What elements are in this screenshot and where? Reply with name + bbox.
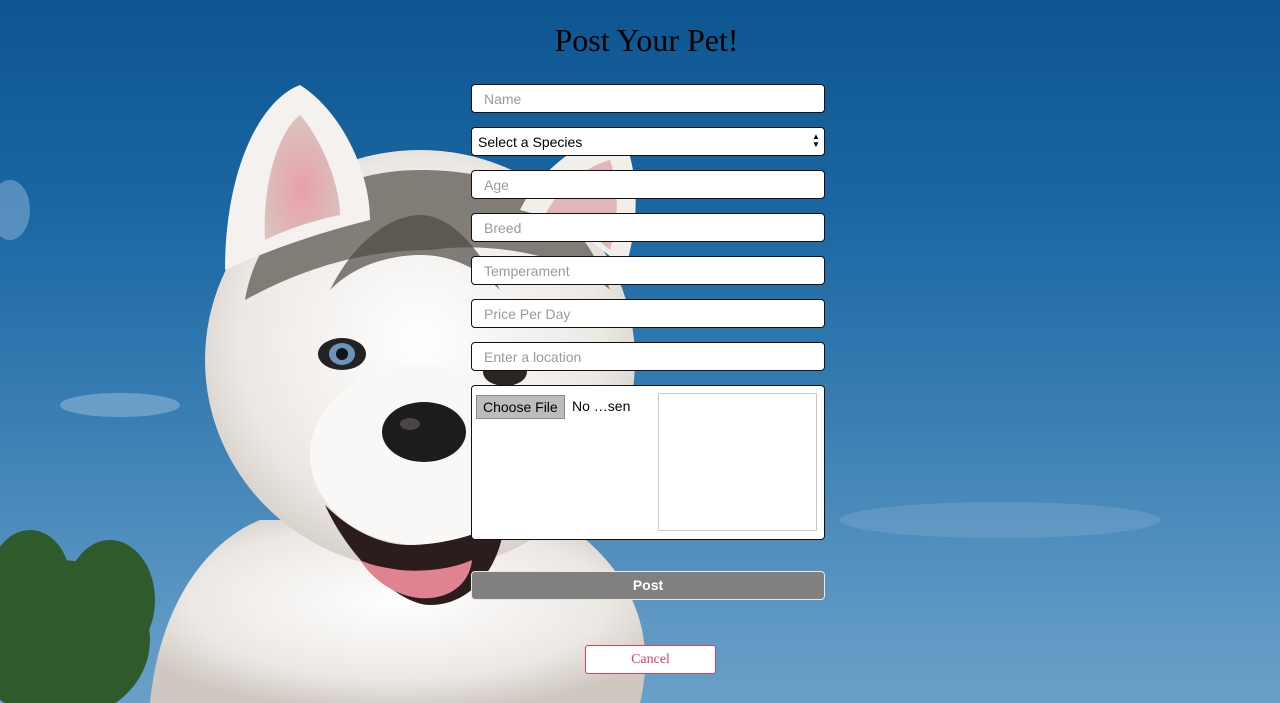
age-input[interactable]	[471, 170, 825, 199]
photo-upload-box: Choose File No …sen	[471, 385, 825, 540]
file-status-text: No …sen	[572, 398, 631, 414]
choose-file-button[interactable]: Choose File	[476, 395, 565, 419]
location-input[interactable]	[471, 342, 825, 371]
cancel-button[interactable]: Cancel	[585, 645, 716, 674]
price-per-day-input[interactable]	[471, 299, 825, 328]
name-input[interactable]	[471, 84, 825, 113]
post-button[interactable]: Post	[471, 571, 825, 600]
image-preview	[658, 393, 817, 531]
species-select-value: Select a Species	[478, 134, 583, 150]
page-title: Post Your Pet!	[554, 22, 739, 58]
select-arrows-icon: ▲ ▼	[812, 132, 820, 149]
breed-input[interactable]	[471, 213, 825, 242]
species-select[interactable]: Select a Species ▲ ▼	[471, 127, 825, 156]
temperament-input[interactable]	[471, 256, 825, 285]
